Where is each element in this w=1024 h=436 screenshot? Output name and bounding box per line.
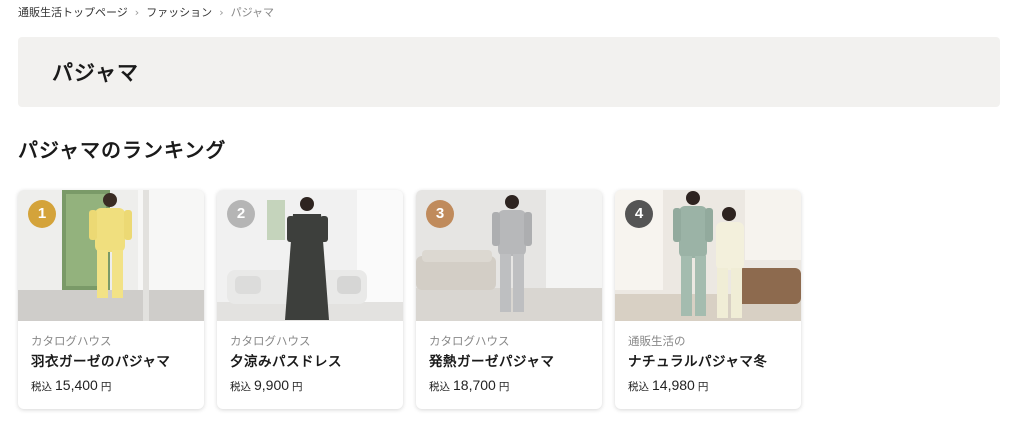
- ranking-card-3[interactable]: 3 カタログハウス 発熱ガーゼパジャマ 税込 18,700 円: [416, 190, 602, 409]
- chevron-right-icon: ›: [134, 6, 140, 19]
- price-prefix: 税込: [31, 381, 52, 393]
- page-title-band: パジャマ: [18, 37, 1000, 107]
- product-brand: 通販生活の: [628, 334, 686, 348]
- product-image: 1: [18, 190, 204, 321]
- price-value: 18,700: [453, 377, 496, 393]
- page-title: パジャマ: [52, 60, 139, 85]
- ranking-card-1[interactable]: 1 カタログハウス 羽衣ガーゼのパジャマ 税込 15,400 円: [18, 190, 204, 409]
- price-unit: 円: [697, 381, 709, 393]
- product-image: 3: [416, 190, 602, 321]
- product-brand: カタログハウス: [31, 334, 112, 348]
- price-value: 15,400: [55, 377, 98, 393]
- price-unit: 円: [100, 381, 112, 393]
- product-name: ナチュラルパジャマ冬: [628, 354, 768, 370]
- product-name: 発熱ガーゼパジャマ: [429, 354, 555, 370]
- breadcrumb-link-fashion[interactable]: ファッション: [146, 6, 212, 20]
- product-image: 2: [217, 190, 403, 321]
- breadcrumb: 通販生活トップページ › ファッション › パジャマ: [18, 6, 274, 20]
- ranking-card-4[interactable]: 4 通販生活の ナチュラルパジャマ冬 税込 14,980 円: [615, 190, 801, 409]
- price-unit: 円: [498, 381, 510, 393]
- rank-badge: 4: [625, 200, 653, 228]
- product-brand: カタログハウス: [230, 334, 311, 348]
- price-value: 14,980: [652, 377, 695, 393]
- product-price: 税込 9,900 円: [230, 377, 391, 394]
- ranking-card-2[interactable]: 2 カタログハウス 夕涼みパスドレス 税込 9,900 円: [217, 190, 403, 409]
- ranking-heading: パジャマのランキング: [18, 138, 227, 162]
- product-price: 税込 18,700 円: [429, 377, 590, 394]
- breadcrumb-current: パジャマ: [230, 6, 275, 19]
- rank-badge: 1: [28, 200, 56, 228]
- price-prefix: 税込: [230, 381, 251, 393]
- product-image: 4: [615, 190, 801, 321]
- chevron-right-icon: ›: [219, 6, 224, 19]
- price-value: 9,900: [254, 377, 290, 393]
- rank-badge: 3: [426, 200, 454, 228]
- product-price: 税込 14,980 円: [628, 377, 789, 394]
- product-brand: カタログハウス: [429, 334, 510, 348]
- product-name: 羽衣ガーゼのパジャマ: [31, 354, 171, 370]
- rank-badge: 2: [227, 200, 255, 228]
- price-prefix: 税込: [628, 381, 649, 393]
- product-price: 税込 15,400 円: [31, 377, 192, 394]
- price-unit: 円: [292, 381, 303, 393]
- product-name: 夕涼みパスドレス: [230, 354, 342, 370]
- breadcrumb-link-top[interactable]: 通販生活トップページ: [18, 6, 128, 20]
- price-prefix: 税込: [429, 381, 450, 393]
- ranking-list: 1 カタログハウス 羽衣ガーゼのパジャマ 税込 15,400 円 2 カタログハ…: [18, 190, 801, 409]
